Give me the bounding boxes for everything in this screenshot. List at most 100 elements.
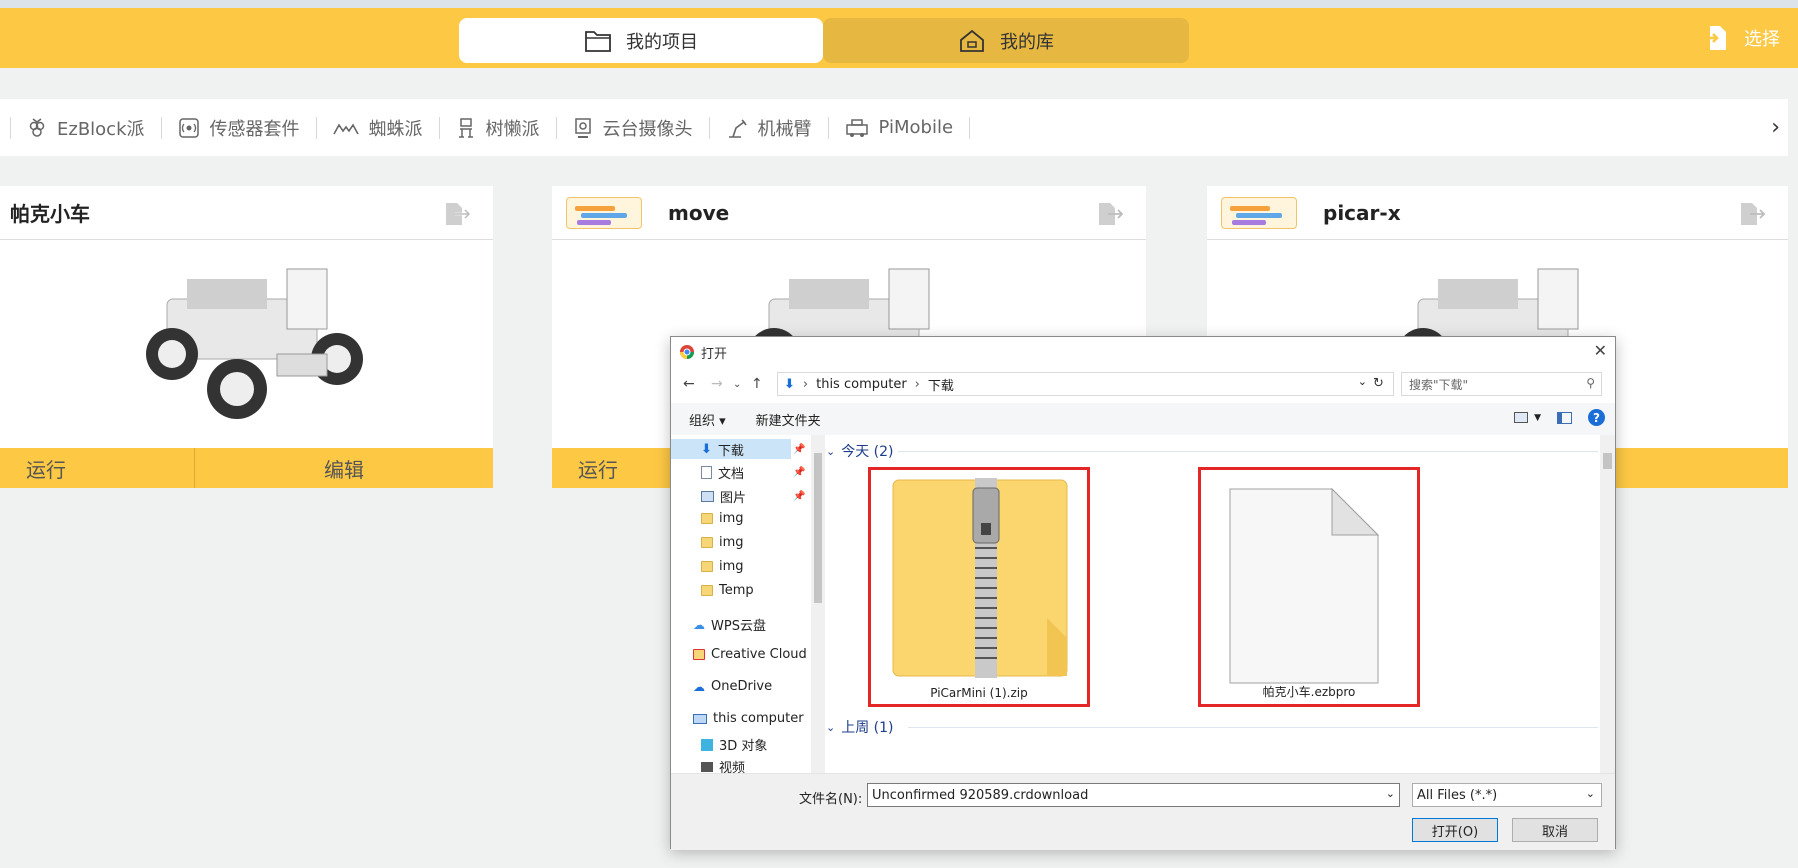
refresh-icon[interactable]: ↻ bbox=[1373, 376, 1384, 391]
file-item-ezbpro[interactable]: 帕克小车.ezbpro bbox=[1198, 467, 1420, 707]
home-icon bbox=[960, 29, 984, 52]
chevron-down-icon[interactable]: ⌄ bbox=[1386, 787, 1395, 800]
cancel-button[interactable]: 取消 bbox=[1512, 818, 1598, 842]
card-title: 帕克小车 bbox=[10, 202, 90, 226]
file-name: PiCarMini (1).zip bbox=[930, 686, 1028, 700]
card-title: picar-x bbox=[1323, 200, 1401, 225]
cube-icon bbox=[701, 738, 713, 751]
nav-item-onedrive[interactable]: ☁ OneDrive bbox=[693, 679, 772, 694]
nav-item-this-computer[interactable]: this computer bbox=[693, 711, 804, 726]
close-icon[interactable]: ✕ bbox=[1594, 341, 1607, 360]
cloud-icon: ☁ bbox=[693, 679, 705, 694]
chevron-down-icon[interactable]: ⌄ bbox=[1586, 787, 1595, 800]
category-bar: EzBlock派 传感器套件 蜘蛛派 树懒派 云台摄像头 机械臂 PiMobil… bbox=[0, 99, 1788, 156]
chevron-down-icon[interactable]: ⌄ bbox=[1358, 375, 1367, 388]
tab-my-projects[interactable]: 我的项目 bbox=[459, 18, 823, 63]
category-pimobile[interactable]: PiMobile bbox=[829, 116, 971, 139]
nav-label: img bbox=[719, 535, 744, 550]
nav-item-creative-cloud[interactable]: Creative Cloud F bbox=[693, 647, 811, 662]
run-button[interactable]: 运行 bbox=[0, 448, 195, 488]
select-button[interactable]: 选择 bbox=[1704, 20, 1780, 56]
search-input[interactable]: 搜索"下载" ⚲ bbox=[1401, 372, 1602, 396]
nav-item-folder[interactable]: img bbox=[701, 559, 744, 574]
pin-icon[interactable]: 📌 bbox=[793, 491, 805, 502]
nav-label: Creative Cloud F bbox=[711, 647, 811, 662]
nav-label: 3D 对象 bbox=[719, 739, 768, 754]
pin-icon[interactable]: 📌 bbox=[793, 444, 805, 455]
help-icon[interactable]: ? bbox=[1588, 409, 1605, 426]
category-label: 机械臂 bbox=[757, 118, 812, 140]
export-icon[interactable] bbox=[443, 201, 471, 227]
file-type-select[interactable]: All Files (*.*) ⌄ bbox=[1412, 783, 1602, 807]
nav-item-pictures[interactable]: 图片 📌 bbox=[701, 487, 805, 506]
address-bar[interactable]: ⬇ › this computer › 下载 ⌄ bbox=[777, 372, 1394, 396]
folder-icon bbox=[701, 561, 713, 572]
robot-arm-icon bbox=[728, 118, 747, 138]
category-label: 树懒派 bbox=[485, 118, 540, 140]
category-camera[interactable]: 云台摄像头 bbox=[557, 116, 710, 140]
export-icon[interactable] bbox=[1738, 201, 1766, 227]
nav-label: 图片 bbox=[720, 491, 747, 506]
nav-label: 下载 bbox=[717, 443, 744, 459]
nav-item-folder[interactable]: Temp bbox=[701, 583, 754, 598]
file-list-scrollbar[interactable] bbox=[1600, 435, 1615, 773]
nav-item-3d-objects[interactable]: 3D 对象 bbox=[701, 735, 767, 754]
address-row: ← → ⌄ ↑ ⬇ › this computer › 下载 ⌄ ↻ 搜索"下载… bbox=[671, 372, 1615, 398]
card-header: picar-x bbox=[1207, 186, 1788, 240]
breadcrumb-item[interactable]: 下载 bbox=[928, 375, 954, 394]
nav-scrollbar[interactable] bbox=[811, 435, 825, 773]
group-header-today[interactable]: ⌄ 今天 (2) bbox=[826, 441, 894, 461]
filename-value: Unconfirmed 920589.crdownload bbox=[872, 787, 1089, 803]
nav-item-folder[interactable]: img bbox=[701, 535, 744, 550]
forward-arrow-icon[interactable]: → bbox=[711, 376, 723, 392]
file-item-zip[interactable]: PiCarMini (1).zip bbox=[868, 467, 1090, 707]
export-icon[interactable] bbox=[1096, 201, 1124, 227]
search-icon: ⚲ bbox=[1586, 376, 1595, 390]
file-type-value: All Files (*.*) bbox=[1417, 787, 1498, 803]
nav-item-videos[interactable]: 视频 bbox=[701, 757, 745, 773]
pin-icon[interactable]: 📌 bbox=[793, 467, 805, 478]
group-header-last-week[interactable]: ⌄ 上周 (1) bbox=[826, 717, 894, 737]
nav-label: 视频 bbox=[719, 761, 746, 773]
open-button[interactable]: 打开(O) bbox=[1412, 818, 1498, 842]
filename-input[interactable]: Unconfirmed 920589.crdownload ⌄ bbox=[867, 783, 1400, 807]
category-robot-arm[interactable]: 机械臂 bbox=[710, 116, 829, 140]
search-placeholder: 搜索"下载" bbox=[1409, 377, 1469, 392]
view-options-icon[interactable]: ▼ bbox=[1514, 412, 1541, 423]
breadcrumb-separator: › bbox=[914, 376, 920, 392]
browser-strip bbox=[0, 0, 1798, 8]
preview-pane-icon[interactable] bbox=[1557, 411, 1572, 424]
creative-cloud-icon bbox=[693, 649, 705, 660]
category-sloth[interactable]: 树懒派 bbox=[440, 116, 557, 140]
category-sensor-kit[interactable]: 传感器套件 bbox=[162, 116, 317, 140]
camera-icon bbox=[574, 117, 591, 138]
chevron-right-icon[interactable]: › bbox=[1771, 115, 1780, 140]
breadcrumb-item[interactable]: this computer bbox=[816, 377, 907, 392]
category-spider[interactable]: 蜘蛛派 bbox=[317, 116, 440, 140]
up-arrow-icon[interactable]: ↑ bbox=[751, 376, 763, 392]
category-label: 云台摄像头 bbox=[602, 118, 693, 140]
nav-item-wps-cloud[interactable]: ☁ WPS云盘 bbox=[693, 615, 766, 635]
recent-dropdown-icon[interactable]: ⌄ bbox=[733, 379, 741, 390]
nav-label: img bbox=[719, 511, 744, 526]
nav-item-folder[interactable]: img bbox=[701, 511, 744, 526]
organize-button[interactable]: 组织 ▾ bbox=[689, 410, 726, 429]
group-divider bbox=[898, 451, 1598, 452]
document-icon bbox=[701, 466, 712, 479]
tab-my-library[interactable]: 我的库 bbox=[823, 18, 1189, 63]
zip-folder-icon bbox=[892, 478, 1068, 678]
category-ezblock[interactable]: EzBlock派 bbox=[10, 116, 162, 140]
edit-button[interactable]: 编辑 bbox=[195, 448, 493, 488]
new-folder-button[interactable]: 新建文件夹 bbox=[756, 410, 821, 429]
dialog-toolbar: 组织 ▾ 新建文件夹 ▼ ? bbox=[671, 403, 1615, 435]
back-arrow-icon[interactable]: ← bbox=[683, 376, 695, 392]
category-label: PiMobile bbox=[878, 117, 954, 138]
folder-icon bbox=[701, 513, 713, 524]
card-header: 帕克小车 bbox=[0, 186, 493, 240]
project-card[interactable]: 帕克小车 运行 编辑 bbox=[0, 186, 493, 488]
card-title: move bbox=[668, 200, 730, 225]
group-divider bbox=[908, 727, 1598, 728]
nav-item-downloads[interactable]: ⬇ 下载 📌 bbox=[671, 439, 805, 459]
nav-item-documents[interactable]: 文档 📌 bbox=[701, 463, 805, 482]
chrome-icon bbox=[680, 345, 694, 359]
